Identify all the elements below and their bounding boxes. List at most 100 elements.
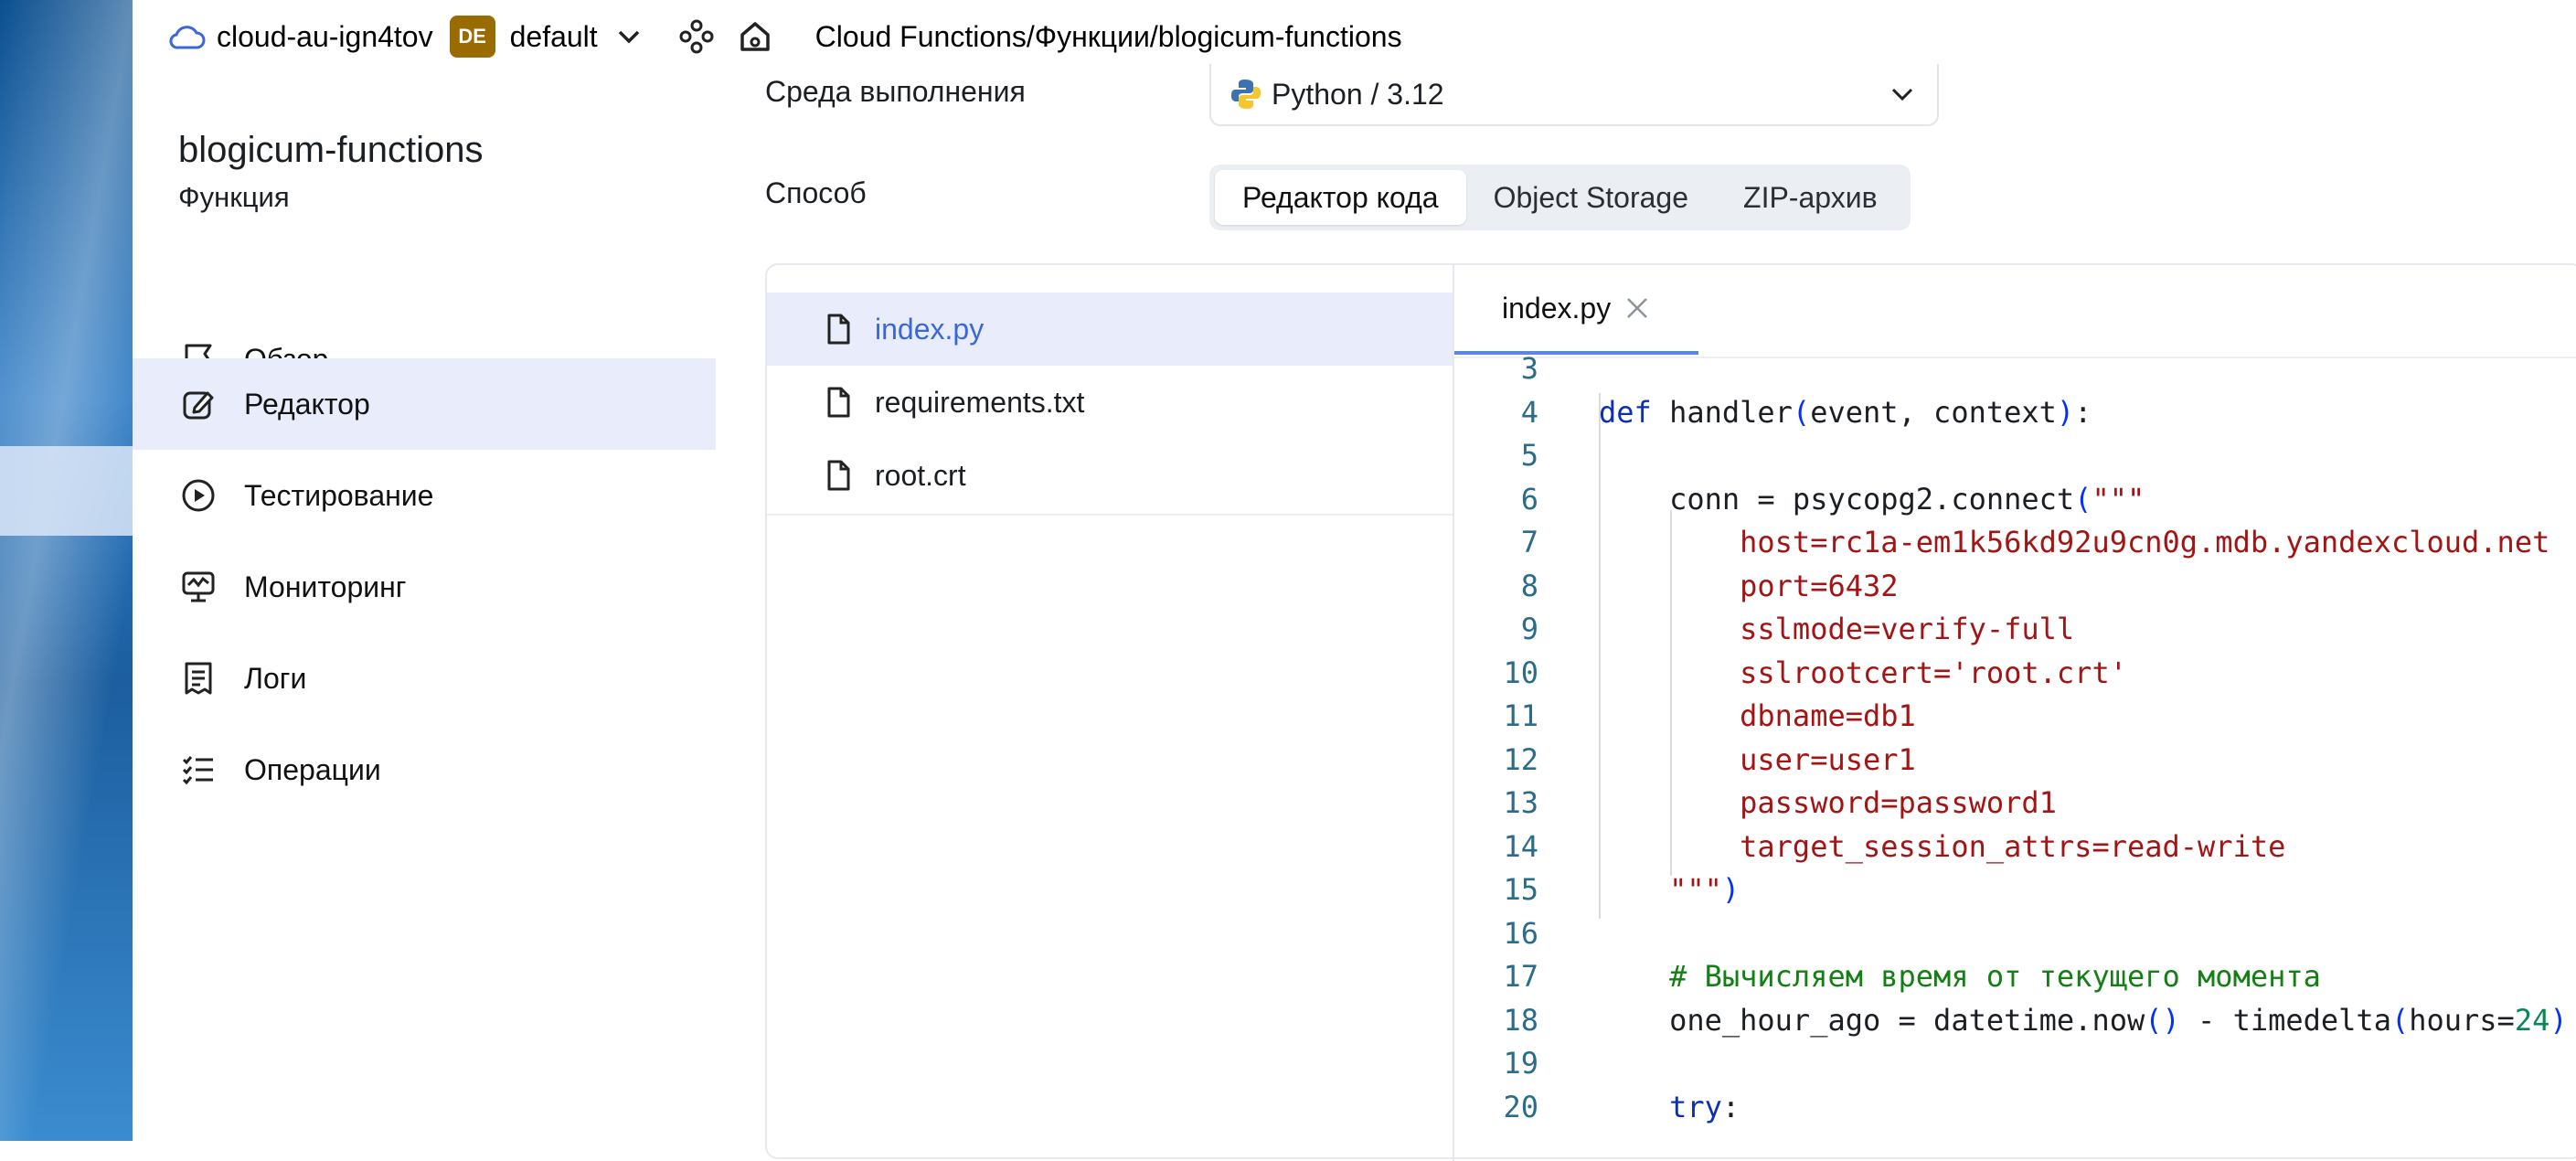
code-line: 15 """): [1454, 868, 2576, 912]
code-line: 9 sslmode=verify-full: [1454, 608, 2576, 652]
code-text: conn = psycopg2.connect(""": [1599, 481, 2145, 517]
divider: [767, 514, 1453, 516]
crumb-cloud-functions[interactable]: Cloud Functions: [815, 0, 1027, 73]
code-line: 14 target_session_attrs=read-write: [1454, 825, 2576, 869]
cloud-icon[interactable]: [169, 22, 206, 51]
code-text: try:: [1669, 1089, 1740, 1124]
line-number: 20: [1503, 1089, 1538, 1124]
cloud-name[interactable]: cloud-au-ign4tov: [217, 0, 433, 73]
code-line: 12 user=user1: [1454, 739, 2576, 783]
function-name: blogicum-functions: [178, 130, 484, 170]
file-name: root.crt: [875, 458, 966, 492]
line-number: 10: [1503, 655, 1538, 690]
method-option-object-storage[interactable]: Object Storage: [1466, 170, 1716, 225]
line-number: 9: [1520, 612, 1538, 646]
code-line: 4 def handler(event, context):: [1454, 391, 2576, 435]
line-number: 4: [1520, 394, 1538, 430]
code-text: port=6432: [1599, 568, 1899, 603]
file-item-requirements[interactable]: requirements.txt: [767, 366, 1453, 439]
line-number: 16: [1503, 915, 1538, 951]
code-line: 13 password=password1: [1454, 782, 2576, 825]
chevron-down-icon[interactable]: [616, 27, 642, 46]
editor-tabs: index.py: [1454, 265, 2576, 358]
sidebar-item-monitoring[interactable]: Мониторинг: [133, 541, 716, 633]
sidebar-item-testing[interactable]: Тестирование: [133, 450, 716, 541]
desktop-background: [0, 0, 133, 1141]
file-icon: [824, 386, 853, 419]
close-icon[interactable]: [1623, 294, 1651, 322]
code-line: 6 conn = psycopg2.connect(""": [1454, 478, 2576, 522]
services-icon[interactable]: [678, 18, 715, 55]
code-line: 17 # Вычисляем время от текущего момента: [1454, 955, 2576, 999]
sidebar-item-label: Операции: [244, 752, 381, 786]
chevron-down-icon: [1889, 85, 1915, 103]
sidebar-item-label: Мониторинг: [244, 570, 407, 603]
code-text: one_hour_ago = datetime.now() - timedelt…: [1599, 1002, 2568, 1038]
sidebar-item-label: Редактор: [244, 387, 370, 421]
crumb-separator: /: [1149, 19, 1158, 53]
code-line: 19: [1454, 1042, 2576, 1086]
code-text: # Вычисляем время от текущего момента: [1599, 959, 2321, 994]
crumb-current: blogicum-functions: [1157, 19, 1402, 53]
line-number: 19: [1503, 1046, 1538, 1081]
file-tree: index.py requirements.txt root.crt: [767, 265, 1454, 1161]
sidebar: blogicum-functions Функция Обзор Редакто…: [133, 73, 717, 1141]
play-circle-icon: [178, 475, 218, 516]
folder-badge: DE: [449, 16, 495, 58]
crumb-functions[interactable]: Функции: [1035, 0, 1150, 73]
method-label: Способ: [765, 176, 867, 209]
code-text: def handler(event, context):: [1599, 394, 2092, 430]
code-editor-card: index.py requirements.txt root.crt index…: [765, 263, 2576, 1161]
sidebar-item-label: Логи: [244, 661, 307, 695]
sidebar-item-operations[interactable]: Операции: [133, 724, 716, 815]
code-text: dbname=db1: [1599, 698, 1916, 733]
line-number: 13: [1503, 785, 1538, 820]
method-option-zip[interactable]: ZIP-архив: [1716, 170, 1905, 225]
folder-name[interactable]: default: [510, 0, 598, 73]
line-number: 15: [1503, 872, 1538, 907]
code-text: """): [1669, 872, 1740, 907]
line-number: 5: [1520, 438, 1538, 473]
edit-icon: [178, 384, 218, 424]
line-number: 8: [1520, 568, 1538, 603]
line-number: 3: [1520, 351, 1538, 386]
runtime-label: Среда выполнения: [765, 75, 1026, 108]
home-icon[interactable]: [737, 18, 773, 55]
file-icon: [824, 459, 853, 492]
code-line: 11 dbname=db1: [1454, 695, 2576, 739]
sidebar-item-logs[interactable]: Логи: [133, 633, 716, 724]
line-number: 7: [1520, 525, 1538, 559]
code-text: host=rc1a-em1k56kd92u9cn0g.mdb.yandexclo…: [1599, 525, 2550, 559]
code-line: 8 port=6432: [1454, 565, 2576, 609]
file-name: requirements.txt: [875, 385, 1085, 419]
code-text: password=password1: [1599, 785, 2057, 820]
line-number: 6: [1520, 481, 1538, 517]
background-highlight: [0, 446, 133, 536]
code-line: 10 sslrootcert='root.crt': [1454, 652, 2576, 696]
breadcrumb: cloud-au-ign4tov DE default Cloud Functi…: [133, 0, 2576, 74]
code-line: 20 try:: [1454, 1086, 2576, 1130]
method-option-code-editor[interactable]: Редактор кода: [1215, 170, 1466, 225]
code-panel: index.py 3 4 def handler(event, context): 5…: [1454, 265, 2576, 1161]
runtime-select[interactable]: Python / 3.12: [1209, 64, 1939, 126]
code-text: target_session_attrs=read-write: [1599, 828, 2286, 864]
tab-label: index.py: [1502, 291, 1612, 325]
code-area[interactable]: 3 4 def handler(event, context): 5 6 conn = …: [1454, 347, 2576, 1129]
line-number: 11: [1503, 698, 1538, 733]
runtime-value: Python / 3.12: [1272, 77, 1444, 111]
line-number: 12: [1503, 741, 1538, 777]
main-content: Среда выполнения Python / 3.12 Способ Ре…: [716, 64, 2576, 1161]
crumb-separator: /: [1026, 19, 1035, 53]
python-icon: [1229, 78, 1262, 111]
code-line: 5: [1454, 434, 2576, 478]
code-line: 18 one_hour_ago = datetime.now() - timed…: [1454, 999, 2576, 1043]
sidebar-item-editor[interactable]: Редактор: [133, 358, 716, 450]
code-text: user=user1: [1599, 741, 1916, 777]
file-item-root-crt[interactable]: root.crt: [767, 439, 1453, 512]
tab-index-py[interactable]: index.py: [1454, 265, 1699, 355]
file-name: index.py: [875, 312, 985, 346]
file-item-index-py[interactable]: index.py: [767, 293, 1453, 366]
code-text: sslrootcert='root.crt': [1599, 655, 2127, 690]
code-line: 3: [1454, 347, 2576, 391]
line-number: 17: [1503, 959, 1538, 994]
